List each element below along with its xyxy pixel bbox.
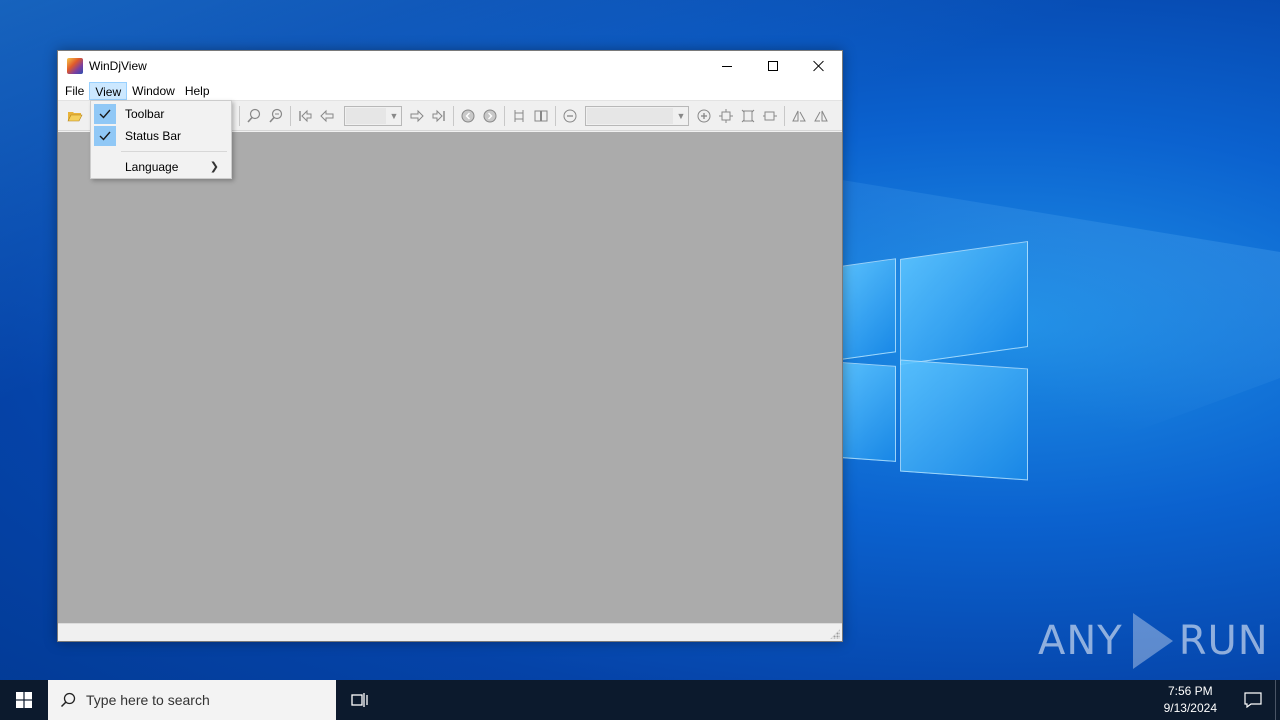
menu-item-label: Language bbox=[125, 160, 179, 174]
magnifier-minus-icon bbox=[269, 108, 283, 123]
facing-pages-icon bbox=[534, 110, 548, 121]
fit-page-icon bbox=[741, 109, 755, 122]
menu-item-label: Toolbar bbox=[125, 107, 165, 121]
forward-circle-icon bbox=[483, 109, 497, 122]
taskbar-search-box[interactable]: Type here to search bbox=[48, 680, 336, 720]
actual-size-icon bbox=[719, 108, 733, 123]
facing-pages-button[interactable] bbox=[530, 105, 552, 127]
checkmark-icon bbox=[94, 104, 116, 124]
chevron-down-icon: ▼ bbox=[389, 110, 399, 121]
notification-icon bbox=[1244, 692, 1262, 708]
window-title: WinDjView bbox=[89, 59, 147, 73]
start-button[interactable] bbox=[0, 680, 48, 720]
chevron-down-icon: ▼ bbox=[676, 110, 686, 121]
minimize-icon bbox=[722, 65, 732, 67]
menu-item-language[interactable]: Language ❯ bbox=[93, 156, 229, 178]
next-page-button[interactable] bbox=[406, 105, 428, 127]
document-view-area[interactable] bbox=[58, 132, 842, 624]
system-tray: 7:56 PM 9/13/2024 bbox=[1164, 680, 1280, 720]
toolbar-separator bbox=[453, 105, 454, 126]
menu-item-status-bar[interactable]: Status Bar bbox=[93, 125, 229, 147]
page-number-combo[interactable]: ▼ bbox=[344, 105, 402, 126]
windows-logo-icon bbox=[16, 692, 32, 708]
folder-open-icon bbox=[67, 111, 83, 121]
toolbar-separator bbox=[239, 105, 240, 126]
title-bar[interactable]: WinDjView bbox=[58, 51, 842, 81]
maximize-icon bbox=[768, 61, 778, 71]
status-bar bbox=[58, 623, 842, 641]
toolbar-separator bbox=[555, 105, 556, 126]
windows-wallpaper-logo bbox=[842, 241, 1028, 481]
task-view-icon bbox=[351, 693, 368, 707]
zoom-out-button[interactable] bbox=[559, 105, 581, 127]
clock-date: 9/13/2024 bbox=[1163, 701, 1217, 715]
first-page-icon bbox=[299, 109, 312, 122]
rotate-right-button[interactable] bbox=[810, 105, 832, 127]
rotate-left-button[interactable] bbox=[788, 105, 810, 127]
fit-width-icon bbox=[763, 111, 777, 120]
taskbar-clock[interactable]: 7:56 PM 9/13/2024 bbox=[1164, 683, 1217, 717]
menu-item-toolbar[interactable]: Toolbar bbox=[93, 103, 229, 125]
menu-file[interactable]: File bbox=[60, 82, 89, 100]
toolbar-separator bbox=[784, 105, 785, 126]
anyrun-watermark: ANY RUN bbox=[1038, 610, 1269, 672]
open-button[interactable] bbox=[64, 105, 86, 127]
zoom-combo[interactable]: ▼ bbox=[585, 105, 689, 126]
search-icon bbox=[60, 692, 76, 708]
fit-page-button[interactable] bbox=[737, 105, 759, 127]
watermark-text-right: RUN bbox=[1178, 618, 1269, 664]
task-view-button[interactable] bbox=[336, 680, 384, 720]
menu-window[interactable]: Window bbox=[127, 82, 180, 100]
menu-separator bbox=[121, 151, 227, 152]
previous-page-button[interactable] bbox=[316, 105, 338, 127]
rotate-left-icon bbox=[792, 110, 806, 121]
watermark-text-left: ANY bbox=[1038, 618, 1123, 664]
windjview-app-icon[interactable] bbox=[67, 58, 83, 74]
chevron-right-icon: ❯ bbox=[209, 161, 219, 173]
last-page-icon bbox=[432, 109, 445, 122]
first-page-button[interactable] bbox=[294, 105, 316, 127]
minimize-button[interactable] bbox=[704, 51, 750, 81]
back-circle-icon bbox=[461, 109, 475, 122]
single-page-button[interactable] bbox=[508, 105, 530, 127]
rotate-right-icon bbox=[814, 110, 828, 121]
maximize-button[interactable] bbox=[750, 51, 796, 81]
zoom-out-tool-button[interactable] bbox=[265, 105, 287, 127]
actual-size-button[interactable] bbox=[715, 105, 737, 127]
magnifier-icon bbox=[247, 108, 261, 123]
play-icon bbox=[1132, 613, 1173, 669]
single-page-icon bbox=[514, 109, 524, 122]
toolbar-separator bbox=[290, 105, 291, 126]
menu-view[interactable]: View bbox=[89, 81, 128, 100]
zoom-in-button[interactable] bbox=[693, 105, 715, 127]
zoom-in-tool-button[interactable] bbox=[243, 105, 265, 127]
show-desktop-button[interactable] bbox=[1275, 680, 1280, 720]
view-menu-dropdown: Toolbar Status Bar Language ❯ bbox=[90, 100, 232, 179]
last-page-button[interactable] bbox=[428, 105, 450, 127]
taskbar: Type here to search 7:56 PM 9/13/2024 bbox=[0, 680, 1280, 720]
resize-grip-icon[interactable] bbox=[830, 629, 840, 639]
menu-item-label: Status Bar bbox=[125, 129, 182, 143]
arrow-right-icon bbox=[410, 109, 424, 122]
menu-bar: File View Window Help bbox=[58, 81, 842, 101]
search-placeholder: Type here to search bbox=[86, 692, 210, 708]
checkmark-icon bbox=[94, 126, 116, 146]
clock-time: 7:56 PM bbox=[1167, 684, 1213, 698]
minus-circle-icon bbox=[563, 109, 577, 122]
back-button[interactable] bbox=[457, 105, 479, 127]
forward-button[interactable] bbox=[479, 105, 501, 127]
toolbar-separator bbox=[504, 105, 505, 126]
action-center-button[interactable] bbox=[1231, 680, 1275, 720]
close-button[interactable] bbox=[796, 51, 842, 81]
menu-help[interactable]: Help bbox=[180, 82, 215, 100]
plus-circle-icon bbox=[697, 109, 711, 122]
fit-width-button[interactable] bbox=[759, 105, 781, 127]
arrow-left-icon bbox=[320, 109, 334, 122]
close-icon bbox=[813, 60, 825, 72]
